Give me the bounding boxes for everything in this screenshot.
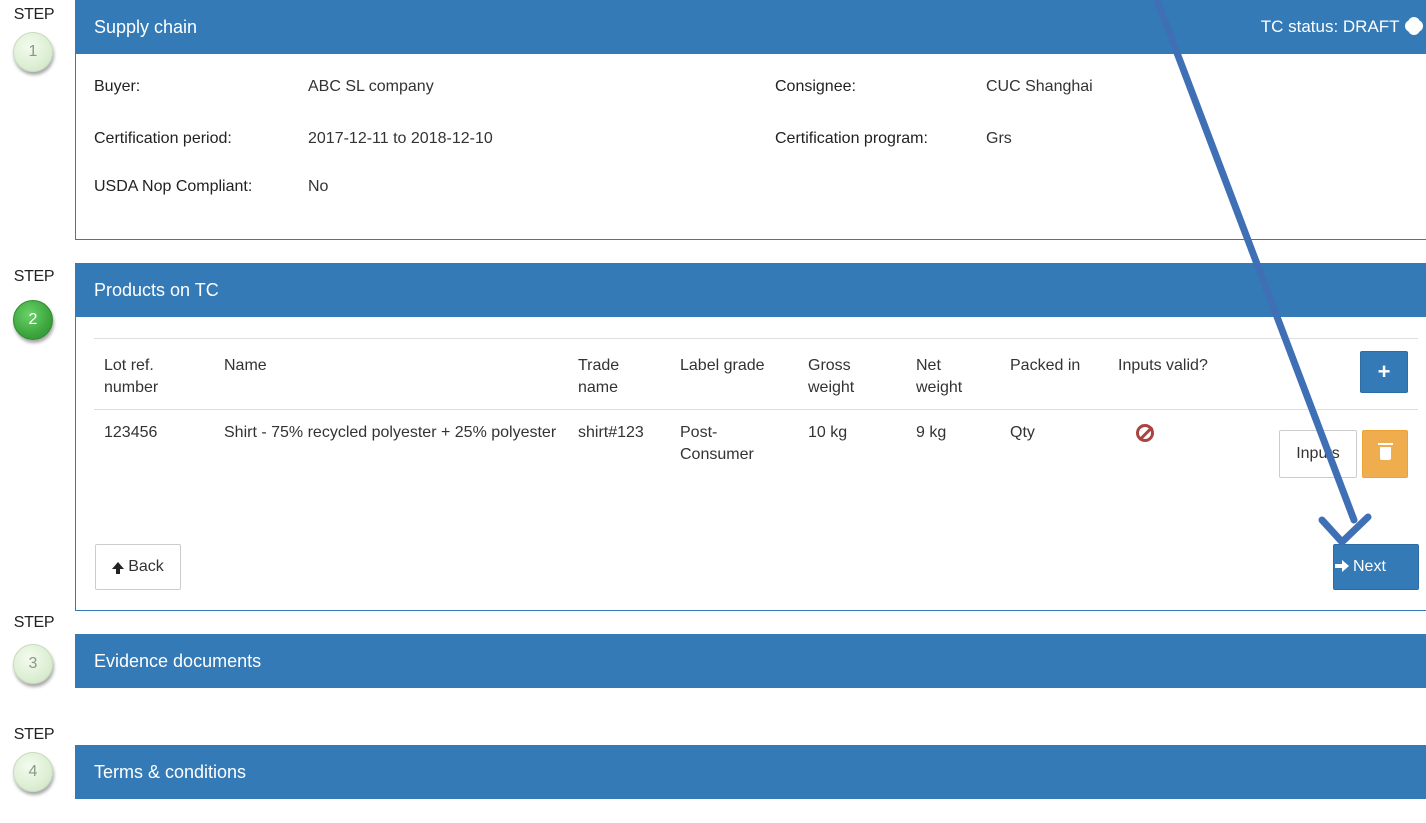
supply-chain-body: Buyer: ABC SL company Certification peri… — [75, 54, 1426, 240]
products-panel: Products on TC Lot ref. number Name Trad… — [75, 263, 1426, 611]
col-grade: Label grade — [670, 338, 798, 410]
ban-icon — [1136, 424, 1154, 442]
table-header-row: Lot ref. number Name Trade name Label gr… — [94, 338, 1418, 410]
step-label-4: STEP — [13, 726, 55, 743]
supply-chain-panel: Supply chain TC status: DRAFT Buyer: ABC… — [75, 0, 1426, 240]
period-value: 2017-12-11 to 2018-12-10 — [308, 130, 493, 147]
consignee-value: CUC Shanghai — [986, 78, 1093, 95]
add-product-button[interactable]: + — [1360, 351, 1408, 393]
tc-status: TC status: DRAFT — [1261, 0, 1421, 54]
terms-panel: Terms & conditions — [75, 745, 1426, 799]
tc-status-text: TC status: DRAFT — [1260, 17, 1400, 36]
col-gross: Gross weight — [798, 338, 906, 410]
step-label-1: STEP — [13, 6, 55, 23]
step-label-3: STEP — [13, 614, 55, 631]
row-net: 9 kg — [916, 424, 947, 441]
buyer-label: Buyer: — [94, 78, 141, 95]
table-row: 123456 Shirt - 75% recycled polyester + … — [94, 410, 1418, 477]
col-trade: Trade name — [568, 338, 670, 410]
step-circle-3[interactable]: 3 — [13, 644, 53, 684]
supply-chain-header[interactable]: Supply chain TC status: DRAFT — [75, 0, 1426, 54]
usda-value: No — [308, 178, 329, 195]
trash-icon — [1377, 443, 1393, 460]
col-packed: Packed in — [1000, 338, 1108, 410]
terms-header[interactable]: Terms & conditions — [75, 745, 1426, 799]
col-net: Net weight — [906, 338, 1000, 410]
row-packed: Qty — [1010, 424, 1035, 441]
row-trade: shirt#123 — [578, 424, 644, 441]
step-circle-1[interactable]: 1 — [13, 32, 53, 72]
row-lot: 123456 — [104, 424, 158, 441]
inputs-button[interactable]: Inputs — [1279, 430, 1357, 478]
evidence-panel: Evidence documents — [75, 634, 1426, 688]
products-header[interactable]: Products on TC — [75, 263, 1426, 317]
col-valid: Inputs valid? — [1108, 338, 1268, 410]
gear-icon — [1407, 19, 1421, 33]
row-gross: 10 kg — [808, 424, 848, 441]
delete-button[interactable] — [1362, 430, 1408, 478]
arrow-right-icon — [1335, 560, 1349, 572]
program-value: Grs — [986, 130, 1012, 147]
row-grade: Post-Consumer — [680, 424, 754, 463]
buyer-value: ABC SL company — [308, 78, 434, 95]
terms-title: Terms & conditions — [94, 762, 247, 782]
row-valid — [1108, 410, 1268, 477]
step-circle-4[interactable]: 4 — [13, 752, 53, 792]
back-button-label: Back — [128, 558, 164, 575]
plus-icon: + — [1377, 359, 1391, 384]
col-name: Name — [214, 338, 568, 410]
products-body: Lot ref. number Name Trade name Label gr… — [75, 317, 1426, 611]
col-lot: Lot ref. number — [94, 338, 214, 410]
usda-label: USDA Nop Compliant: — [94, 178, 253, 195]
supply-chain-title: Supply chain — [94, 17, 198, 37]
evidence-title: Evidence documents — [94, 651, 262, 671]
next-button-label: Next — [1353, 558, 1386, 575]
period-label: Certification period: — [94, 130, 232, 147]
evidence-header[interactable]: Evidence documents — [75, 634, 1426, 688]
consignee-label: Consignee: — [775, 78, 856, 95]
step-label-2: STEP — [13, 268, 55, 285]
back-button[interactable]: Back — [95, 544, 181, 590]
products-table: Lot ref. number Name Trade name Label gr… — [94, 338, 1418, 476]
program-label: Certification program: — [775, 130, 928, 147]
step-circle-2[interactable]: 2 — [13, 300, 53, 340]
next-button[interactable]: Next — [1333, 544, 1419, 590]
arrow-up-icon — [112, 562, 125, 574]
products-title: Products on TC — [94, 280, 219, 300]
row-name: Shirt - 75% recycled polyester + 25% pol… — [224, 424, 557, 441]
